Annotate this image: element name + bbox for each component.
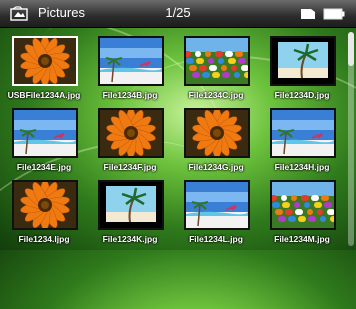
thumbnail-filename: File1234L.jpg [189, 234, 243, 244]
beach-icon [186, 182, 248, 228]
thumbnail-image[interactable] [12, 108, 78, 158]
thumbnail-filename: File1234E.jpg [16, 162, 72, 172]
beach-icon [272, 110, 334, 156]
thumbnail-image[interactable] [270, 36, 336, 86]
thumbnail-item[interactable]: File1234B.jpg [86, 36, 172, 106]
thumbnail-filename: File1234C.jpg [188, 90, 244, 100]
thumbnail-image[interactable] [270, 180, 336, 230]
thumbnail-filename: File1234H.jpg [274, 162, 330, 172]
thumbnail-grid: USBFile1234A.jpg File1234B.jpg File1234C.… [0, 36, 348, 246]
thumbnail-image[interactable] [270, 108, 336, 158]
flowerbed-icon [186, 38, 248, 84]
thumbnail-item[interactable]: File1234D.jpg [258, 36, 344, 106]
thumbnail-filename: File1234.Ijpg [18, 234, 70, 244]
beach-icon [14, 110, 76, 156]
scrollbar[interactable] [348, 32, 354, 246]
beach-icon [100, 38, 162, 84]
flower-icon [14, 182, 76, 228]
thumbnail-image[interactable] [98, 36, 164, 86]
thumbnail-item[interactable]: File1234G.jpg [172, 108, 258, 178]
thumbnail-image[interactable] [98, 180, 164, 230]
thumbnail-filename: File1234G.jpg [188, 162, 244, 172]
thumbnail-image[interactable] [184, 180, 250, 230]
thumbnail-item[interactable]: File1234L.jpg [172, 180, 258, 250]
flower-icon [186, 110, 248, 156]
flower-icon [14, 38, 76, 84]
thumbnail-filename: File1234B.jpg [102, 90, 158, 100]
flower-icon [100, 110, 162, 156]
thumbnail-item[interactable]: File1234H.jpg [258, 108, 344, 178]
palm-icon [272, 38, 334, 84]
thumbnail-item[interactable]: USBFile1234A.jpg [0, 36, 86, 106]
thumbnail-image[interactable] [98, 108, 164, 158]
palm-icon [100, 182, 162, 228]
thumbnail-item[interactable]: File1234.Ijpg [0, 180, 86, 250]
thumbnail-filename: File1234F.jpg [103, 162, 157, 172]
thumbnail-item[interactable]: File1234K.jpg [86, 180, 172, 250]
title-bar: Pictures 1/25 [0, 0, 356, 28]
thumbnail-image[interactable] [12, 36, 78, 86]
flowerbed-icon [272, 182, 334, 228]
sd-card-icon [301, 9, 315, 19]
thumbnail-filename: File1234D.jpg [274, 90, 330, 100]
thumbnail-item[interactable]: File1234C.jpg [172, 36, 258, 106]
thumbnail-image[interactable] [184, 36, 250, 86]
battery-icon [323, 8, 345, 20]
thumbnail-item[interactable]: File1234E.jpg [0, 108, 86, 178]
thumbnail-filename: File1234K.jpg [102, 234, 158, 244]
thumbnail-filename: File1234M.jpg [274, 234, 330, 244]
thumbnail-item[interactable]: File1234M.jpg [258, 180, 344, 250]
thumbnail-item[interactable]: File1234F.jpg [86, 108, 172, 178]
thumbnail-image[interactable] [12, 180, 78, 230]
thumbnail-filename: USBFile1234A.jpg [7, 90, 81, 100]
thumbnail-image[interactable] [184, 108, 250, 158]
scrollbar-thumb[interactable] [348, 32, 354, 66]
